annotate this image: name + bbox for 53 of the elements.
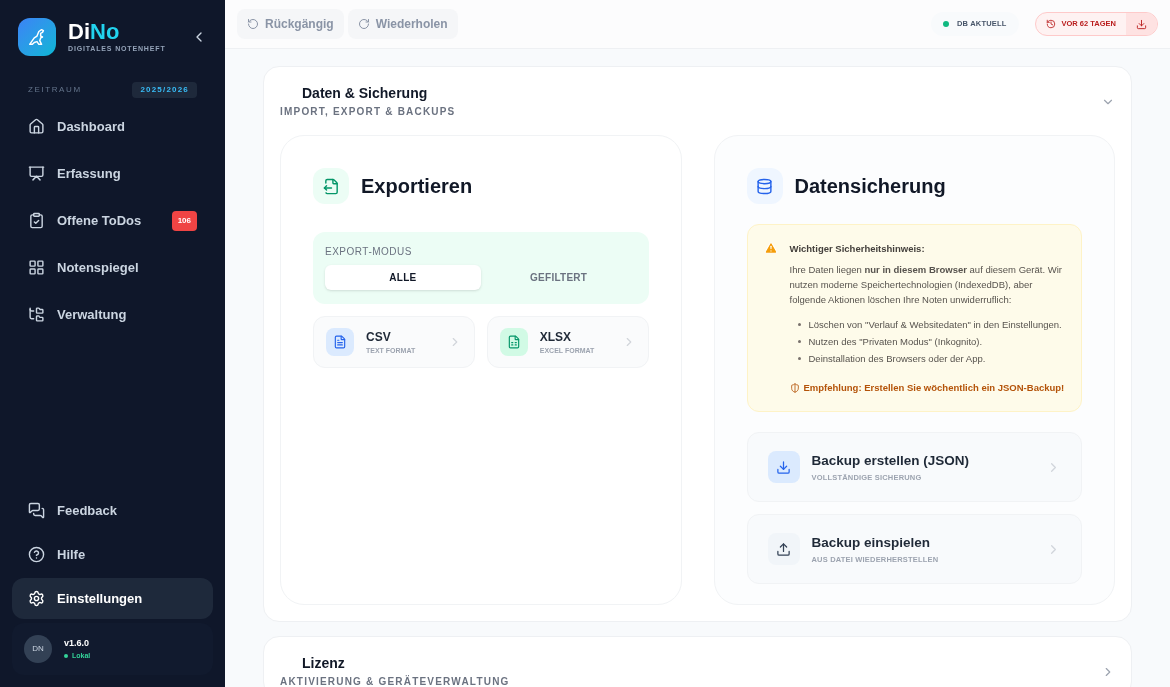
- redo-icon: [357, 18, 370, 30]
- panel-title: Exportieren: [361, 174, 473, 199]
- notice-text: Ihre Daten liegen nur in diesem Browser auf diesem Gerät. Wir nutzen moderne Speichertechnologien (IndexedDB), aber folgende Aktionen löschen Ihre Noten unwiderruflich:: [789, 263, 1063, 307]
- mode-tab[interactable]: ALLE: [325, 265, 481, 290]
- history-icon: [1045, 19, 1056, 29]
- panel-title: Datensicherung: [794, 174, 946, 199]
- nav-item[interactable]: Feedback: [12, 490, 213, 531]
- mode-label: EXPORT-MODUS: [325, 245, 413, 259]
- download-icon: [1136, 18, 1147, 30]
- download-button[interactable]: [1126, 13, 1157, 35]
- home-icon: [28, 118, 45, 135]
- notice-list-item: Deinstallation des Browsers oder der App.: [797, 351, 1065, 366]
- nav-item[interactable]: Notenspiegel: [12, 247, 213, 288]
- nav-item[interactable]: Verwaltung: [12, 294, 213, 335]
- grid-icon: [28, 259, 45, 276]
- avatar: DN: [24, 635, 52, 663]
- app-name: DiNo: [68, 19, 120, 44]
- period-label: ZEITRAUM: [28, 84, 82, 96]
- settings-icon: [28, 590, 45, 607]
- clipboard-icon: [28, 212, 45, 229]
- chat-icon: [28, 502, 45, 519]
- nav-item[interactable]: Hilfe: [12, 534, 213, 575]
- period-badge[interactable]: 2025/2026: [132, 82, 197, 98]
- section-subtitle: IMPORT, EXPORT & BACKUPS: [280, 105, 456, 119]
- section-title: Daten & Sicherung: [302, 84, 428, 103]
- mode-tab[interactable]: GEFILTERT: [480, 265, 637, 290]
- version-label: v1.6.0: [64, 637, 91, 650]
- count-badge: 106: [171, 210, 197, 231]
- recommendation: Empfehlung: Erstellen Sie wöchentlich ein JSON-Backup!: [789, 380, 1065, 395]
- upload-icon: [767, 533, 800, 565]
- spreadsheet-icon: [499, 328, 528, 356]
- notice-list-item: Nutzen des "Privaten Modus" (Inkognito).: [797, 334, 1065, 349]
- download-icon: [767, 451, 800, 483]
- section-header[interactable]: Daten & Sicherung IMPORT, EXPORT & BACKUPS: [264, 67, 1131, 127]
- section-header[interactable]: Lizenz AKTIVIERUNG & GERÄTEVERWALTUNG: [264, 637, 1131, 687]
- undo-icon: [247, 18, 259, 30]
- folder-tree-icon: [28, 306, 45, 323]
- section-title: Lizenz: [302, 654, 345, 673]
- nav-item[interactable]: Einstellungen: [12, 578, 213, 619]
- help-icon: [28, 546, 45, 563]
- nav-item[interactable]: Offene ToDos 106: [12, 200, 213, 241]
- csv-file-icon: [326, 328, 354, 356]
- warning-icon: [763, 241, 778, 255]
- shield-icon: [789, 382, 800, 393]
- nav-item[interactable]: Erfassung: [12, 153, 213, 194]
- database-icon: [746, 168, 783, 204]
- file-export-icon: [313, 168, 349, 204]
- notice-title: Wichtiger Sicherheitshinweis:: [789, 242, 926, 256]
- logo-icon: [18, 18, 56, 56]
- presenter-icon: [28, 165, 45, 182]
- section-subtitle: AKTIVIERUNG & GERÄTEVERWALTUNG: [280, 674, 510, 687]
- nav-item[interactable]: Dashboard: [12, 106, 213, 147]
- notice-list-item: Löschen von "Verlauf & Websitedaten" in den Einstellungen.: [797, 317, 1065, 332]
